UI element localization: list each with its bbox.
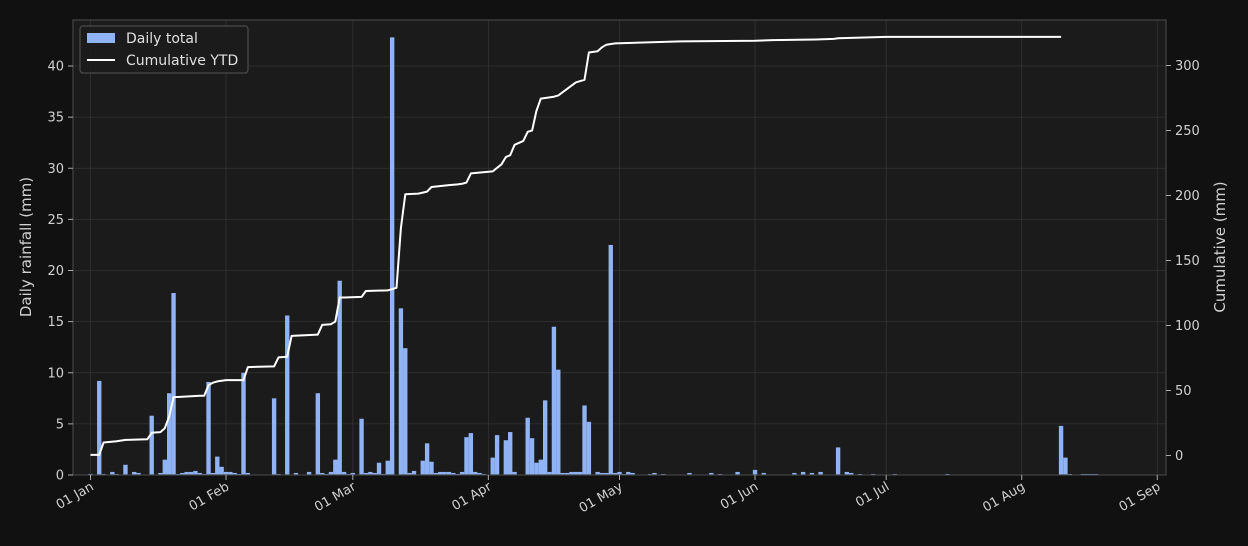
bar-daily-total <box>508 432 513 475</box>
bar-daily-total <box>429 461 434 475</box>
bar-daily-total <box>586 421 592 475</box>
bar-daily-total <box>424 443 430 475</box>
legend-label-daily-total: Daily total <box>126 31 198 47</box>
legend-label-cumulative: Cumulative YTD <box>126 53 238 69</box>
y2-tick-label: 150 <box>1175 254 1200 269</box>
bar-daily-total <box>359 418 364 475</box>
bar-daily-total <box>525 417 530 475</box>
bar-daily-total <box>285 315 290 475</box>
bar-daily-total <box>752 469 758 475</box>
y2-tick-label: 0 <box>1175 449 1183 464</box>
bar-daily-total <box>206 381 211 475</box>
y-tick-label: 0 <box>56 469 64 484</box>
bar-daily-total <box>464 437 469 475</box>
bar-daily-total <box>420 460 425 475</box>
bar-daily-total <box>494 435 500 475</box>
bar-daily-total <box>1063 457 1068 475</box>
y-tick-label: 40 <box>47 60 64 75</box>
bar-daily-total <box>538 459 543 475</box>
rainfall-chart: 0510152025303540 050100150200250300 01 J… <box>0 0 1248 546</box>
bar-daily-total <box>608 244 613 475</box>
bar-daily-total <box>411 470 417 475</box>
bar-daily-total <box>123 464 128 475</box>
legend-swatch-daily-total <box>87 33 115 43</box>
legend: Daily total Cumulative YTD <box>79 25 249 74</box>
y-tick-label: 25 <box>47 213 64 228</box>
bar-daily-total <box>529 438 535 475</box>
right-y-axis-title: Cumulative (mm) <box>1211 181 1229 312</box>
bar-daily-total <box>315 393 321 475</box>
bar-daily-total <box>271 398 277 475</box>
bar-daily-total <box>171 293 176 475</box>
bar-daily-total <box>162 459 167 475</box>
left-y-axis-title: Daily rainfall (mm) <box>17 177 35 317</box>
y-tick-label: 20 <box>47 264 64 279</box>
bar-daily-total <box>542 400 548 475</box>
bar-daily-total <box>241 372 246 475</box>
y2-tick-label: 200 <box>1175 189 1200 204</box>
y2-tick-label: 50 <box>1175 384 1192 399</box>
bar-daily-total <box>551 326 557 475</box>
bar-daily-total <box>1058 425 1064 475</box>
bar-daily-total <box>193 470 198 475</box>
bar-daily-total <box>503 440 509 475</box>
bar-daily-total <box>835 447 841 475</box>
bar-daily-total <box>398 308 404 475</box>
bar-daily-total <box>376 462 382 475</box>
y-tick-label: 5 <box>56 417 64 432</box>
bar-daily-total <box>333 459 338 475</box>
y-tick-label: 10 <box>47 366 64 381</box>
y-tick-label: 35 <box>47 111 64 126</box>
bar-daily-total <box>556 369 561 475</box>
bar-daily-total <box>534 462 539 475</box>
y-tick-label: 30 <box>47 162 64 177</box>
bar-daily-total <box>403 348 408 475</box>
bar-daily-total <box>490 457 495 475</box>
y2-tick-label: 300 <box>1175 59 1200 74</box>
bar-daily-total <box>149 415 154 475</box>
bar-daily-total <box>582 405 587 475</box>
y2-tick-label: 250 <box>1175 124 1200 139</box>
bar-daily-total <box>215 456 220 475</box>
bar-daily-total <box>385 460 390 475</box>
bar-daily-total <box>468 433 474 475</box>
bar-daily-total <box>97 380 102 475</box>
y2-tick-label: 100 <box>1175 319 1200 334</box>
bar-daily-total <box>389 37 395 476</box>
bar-daily-total <box>219 466 224 475</box>
y-tick-label: 15 <box>47 315 64 330</box>
